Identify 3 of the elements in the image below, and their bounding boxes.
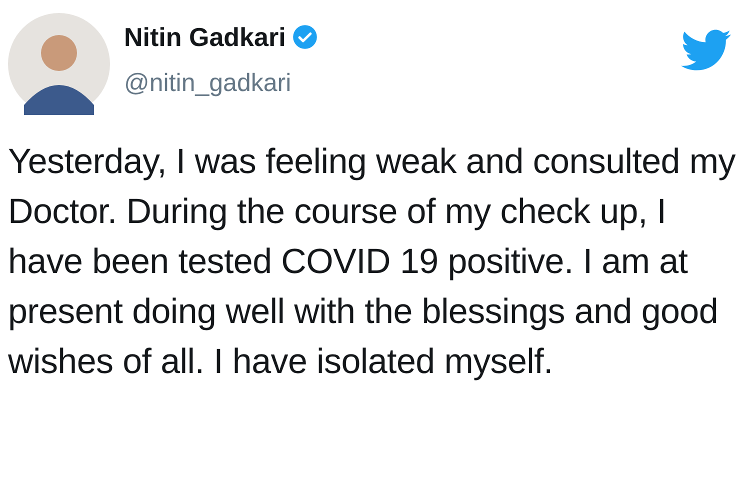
author-name: Nitin Gadkari (124, 21, 286, 53)
tweet-text: Yesterday, I was feeling weak and consulted my Doctor. During the course of my check up, I have been tested COVID 19 positive. I am at present doing well with the blessings and good wishes of all. I have isolated myself. (7, 141, 736, 383)
author-handle: @nitin_gadkari (124, 68, 292, 99)
